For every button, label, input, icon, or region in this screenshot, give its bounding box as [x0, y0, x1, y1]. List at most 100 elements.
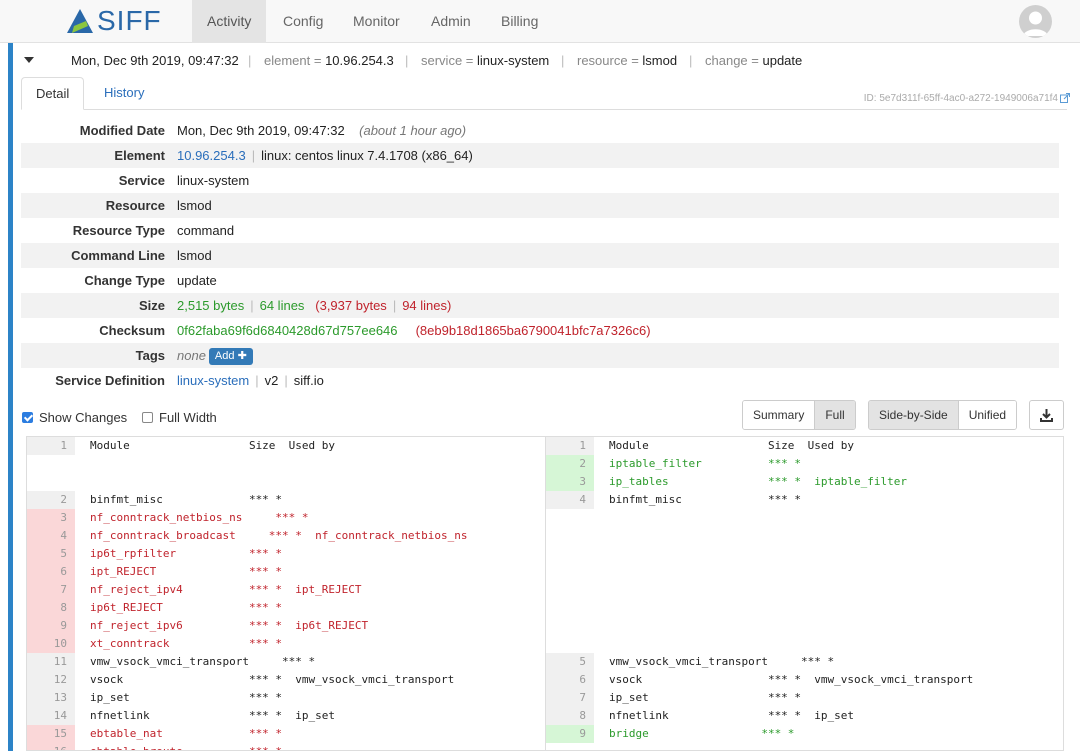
service-label: Service	[118, 173, 165, 188]
diff-line-text: vsock *** * vmw_vsock_vmci_transport	[609, 673, 974, 686]
diff-line-text: ip6t_REJECT *** *	[90, 601, 283, 614]
line-number: 8	[27, 599, 75, 617]
line-number: 5	[27, 545, 75, 563]
siff-logo-icon	[67, 9, 93, 33]
diff-line-text: nf_reject_ipv4 *** * ipt_REJECT	[90, 583, 362, 596]
summary-button[interactable]: Summary	[743, 401, 815, 429]
diff-line-text: nfnetlink *** * ip_set	[609, 709, 855, 722]
diff-row	[546, 617, 1063, 635]
resource-type-label: Resource Type	[72, 223, 165, 238]
detail-row-element: Element 10.96.254.3 | linux: centos linux …	[21, 143, 1059, 168]
diff-row: 5 vmw_vsock_vmci_transport *** *	[546, 653, 1063, 671]
detail-row-service: Service linux-system	[21, 168, 1059, 193]
diff-line-text: nf_reject_ipv6 *** * ip6t_REJECT	[90, 619, 369, 632]
header-change: change = update	[705, 53, 803, 68]
diff-row: 3 ip_tables *** * iptable_filter	[546, 473, 1063, 491]
line-number: 3	[27, 509, 75, 527]
diff-row: 14 nfnetlink *** * ip_set	[27, 707, 546, 725]
siff-logo[interactable]: SIFF	[66, 7, 162, 35]
diff-row	[27, 455, 546, 473]
diff-row: 5 ip6t_rpfilter *** *	[27, 545, 546, 563]
service-definition-value: linux-system | v2 | siff.io	[177, 373, 324, 388]
detail-level-toggle: Summary Full	[742, 400, 856, 430]
size-label: Size	[138, 298, 165, 313]
download-button[interactable]	[1029, 400, 1064, 430]
checksum-label: Checksum	[99, 323, 165, 338]
diff-row: 2 iptable_filter *** *	[546, 455, 1063, 473]
top-navbar: SIFF Activity Config Monitor Admin Billi…	[0, 0, 1080, 43]
external-link-icon[interactable]	[1060, 93, 1070, 103]
diff-row: 16 ebtable_broute *** *	[27, 743, 546, 750]
header-resource: resource = lsmod	[577, 53, 678, 68]
detail-row-tags: Tags none Add ✚	[21, 343, 1059, 368]
line-number: 2	[546, 455, 594, 473]
element-link[interactable]: 10.96.254.3	[177, 148, 246, 163]
collapse-caret-icon[interactable]	[24, 57, 34, 63]
tab-history[interactable]: History	[90, 77, 158, 110]
resource-type-value: command	[177, 223, 235, 238]
line-number: 15	[27, 725, 75, 743]
header-separator: |	[248, 53, 252, 68]
full-button[interactable]: Full	[814, 401, 855, 429]
nav-activity[interactable]: Activity	[192, 0, 267, 43]
checkbox-checked-icon	[22, 412, 33, 423]
diff-row	[546, 581, 1063, 599]
resource-value: lsmod	[177, 198, 212, 213]
nav-admin[interactable]: Admin	[416, 0, 486, 43]
diff-row	[546, 545, 1063, 563]
detail-row-size: Size 2,515 bytes | 64 lines (3,937 bytes | 9…	[21, 293, 1059, 318]
diff-line-text: vmw_vsock_vmci_transport *** *	[90, 655, 316, 668]
side-by-side-button[interactable]: Side-by-Side	[869, 401, 958, 429]
show-changes-checkbox[interactable]: Show Changes	[22, 410, 127, 425]
line-number: 6	[27, 563, 75, 581]
diff-row: 13 ip_set *** *	[27, 689, 546, 707]
diff-line-text: Module Size Used by	[609, 439, 855, 452]
header-service: service = linux-system	[421, 53, 550, 68]
line-number: 13	[27, 689, 75, 707]
nav-billing[interactable]: Billing	[486, 0, 553, 43]
diff-row	[546, 743, 1063, 750]
diff-row: 8 ip6t_REJECT *** *	[27, 599, 546, 617]
diff-viewer[interactable]: 1 Module Size Used by 2 binfmt_misc *** * 3 n…	[26, 436, 1064, 751]
user-avatar[interactable]	[1019, 5, 1052, 38]
diff-pane-old: 1 Module Size Used by 2 binfmt_misc *** * 3 n…	[27, 437, 546, 750]
activity-panel: Mon, Dec 9th 2019, 09:47:32 | element = …	[8, 43, 1080, 751]
diff-row	[546, 527, 1063, 545]
detail-row-command-line: Command Line lsmod	[21, 243, 1059, 268]
diff-line-text: iptable_filter *** *	[609, 457, 802, 470]
unified-button[interactable]: Unified	[957, 401, 1017, 429]
diff-row: 10 xt_conntrack *** *	[27, 635, 546, 653]
resource-label: Resource	[105, 198, 165, 213]
diff-line-text: nf_conntrack_broadcast *** * nf_conntrac…	[90, 529, 468, 542]
diff-row: 4 nf_conntrack_broadcast *** * nf_conntra…	[27, 527, 546, 545]
diff-line-text: ebtable_nat *** *	[90, 727, 283, 740]
nav-monitor[interactable]: Monitor	[338, 0, 415, 43]
service-value: linux-system	[177, 173, 250, 188]
diff-line-text: bridge *** *	[609, 727, 795, 740]
activity-header[interactable]: Mon, Dec 9th 2019, 09:47:32 | element = …	[13, 43, 1080, 77]
line-number: 1	[27, 437, 75, 455]
checksum-value: 0f62faba69f6d6840428d67d757ee646 (8eb9b1…	[177, 323, 651, 338]
diff-line-text: nf_conntrack_netbios_ns *** *	[90, 511, 309, 524]
line-number: 1	[546, 437, 594, 455]
line-number: 3	[546, 473, 594, 491]
diff-row: 8 nfnetlink *** * ip_set	[546, 707, 1063, 725]
diff-row: 7 nf_reject_ipv4 *** * ipt_REJECT	[27, 581, 546, 599]
add-tag-button[interactable]: Add ✚	[208, 348, 253, 365]
full-width-checkbox[interactable]: Full Width	[142, 410, 217, 425]
diff-row: 6 vsock *** * vmw_vsock_vmci_transport	[546, 671, 1063, 689]
line-number: 9	[546, 725, 594, 743]
element-value: 10.96.254.3 | linux: centos linux 7.4.1708…	[177, 148, 473, 163]
tab-detail[interactable]: Detail	[21, 77, 85, 110]
diff-row	[546, 509, 1063, 527]
line-number: 5	[546, 653, 594, 671]
service-definition-link[interactable]: linux-system	[177, 373, 249, 388]
nav-config[interactable]: Config	[268, 0, 338, 43]
tags-value: none Add ✚	[177, 343, 253, 368]
detail-row-resource-type: Resource Type command	[21, 218, 1059, 243]
diff-line-text: vmw_vsock_vmci_transport *** *	[609, 655, 835, 668]
diff-line-text: Module Size Used by	[90, 439, 336, 452]
element-label: Element	[114, 148, 165, 163]
diff-line-text: nfnetlink *** * ip_set	[90, 709, 336, 722]
diff-line-text: ip_tables *** * iptable_filter	[609, 475, 908, 488]
